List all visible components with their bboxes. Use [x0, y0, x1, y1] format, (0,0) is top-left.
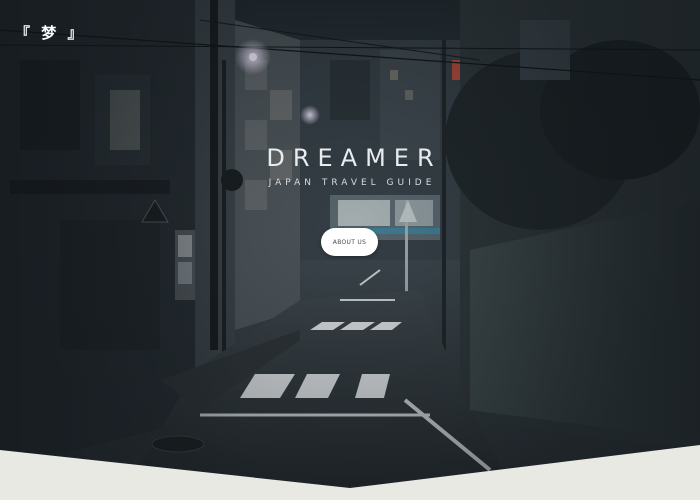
hero-section: 『 梦 』 DREAMER JAPAN TRAVEL GUIDE ABOUT U… [0, 0, 700, 500]
hero-title: DREAMER [266, 144, 442, 172]
hero-title-block: DREAMER JAPAN TRAVEL GUIDE [250, 140, 450, 188]
bottom-chevron-band [0, 445, 700, 500]
site-logo[interactable]: 『 梦 』 [15, 22, 85, 43]
about-us-button[interactable]: ABOUT US [321, 228, 378, 256]
hero-subtitle: JAPAN TRAVEL GUIDE [268, 178, 436, 188]
